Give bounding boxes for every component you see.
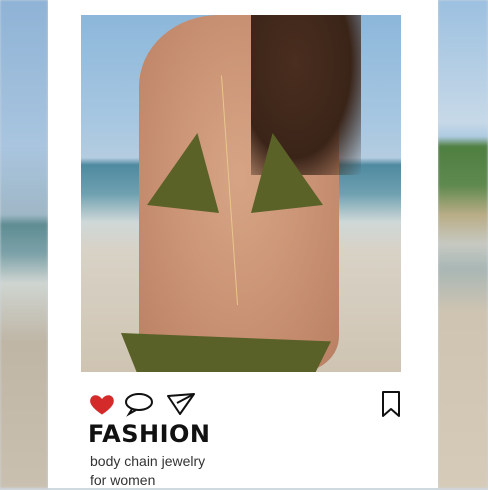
heart-icon[interactable]: [88, 390, 116, 418]
post-image[interactable]: [81, 15, 401, 372]
post-caption: body chain jewelry for women: [90, 452, 350, 490]
post-title: FASHION: [88, 420, 211, 448]
model-hair: [251, 15, 361, 175]
background-photo-left: [0, 0, 48, 488]
post-actions: [88, 390, 408, 418]
paper-plane-icon[interactable]: [166, 390, 195, 418]
caption-line: for women: [90, 472, 156, 488]
post-card: FASHION body chain jewelry for women: [48, 0, 438, 488]
bookmark-icon[interactable]: [380, 390, 408, 418]
background-photo-right: [438, 0, 488, 488]
comment-icon[interactable]: [124, 390, 153, 418]
caption-line: body chain jewelry: [90, 453, 206, 469]
